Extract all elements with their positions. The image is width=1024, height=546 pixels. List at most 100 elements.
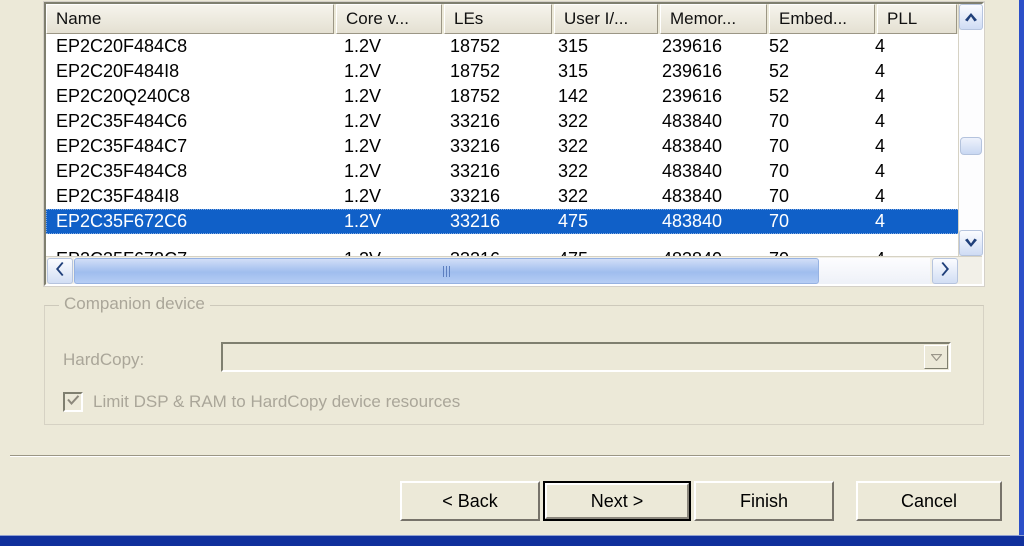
cell-memory: 239616 xyxy=(662,36,723,56)
cell-user_io: 322 xyxy=(558,161,589,181)
cell-embed: 70 xyxy=(769,186,790,206)
horizontal-scroll-track[interactable] xyxy=(74,258,930,284)
cell-pll: 4 xyxy=(875,136,886,156)
cell-name: EP2C35F484C8 xyxy=(56,161,188,181)
finish-button-label: Finish xyxy=(739,490,788,511)
chevron-up-icon xyxy=(964,12,978,22)
table-row[interactable]: EP2C35F672C6 1.2V 33216 475 483840 70 4 xyxy=(46,209,964,234)
cell-user_io: 322 xyxy=(558,136,589,156)
cell-core_v: 1.2V xyxy=(344,61,382,81)
cell-core_v: 1.2V xyxy=(344,36,382,56)
window-bottom-strip xyxy=(0,535,1024,546)
table-row[interactable]: EP2C35F484C6 1.2V 33216 322 483840 70 4 xyxy=(46,109,964,134)
device-selection-dialog: Name Core v... LEs User I/... Memor... Embed.… xyxy=(0,0,1024,546)
cell-pll: 4 xyxy=(875,86,886,106)
cell-core_v: 1.2V xyxy=(344,111,382,131)
column-header-pll[interactable]: PLL xyxy=(877,4,957,34)
cancel-button[interactable]: Cancel xyxy=(856,481,1002,521)
column-header-user_io[interactable]: User I/... xyxy=(554,4,658,34)
hardcopy-combobox[interactable] xyxy=(221,342,951,372)
device-list-vertical-scrollbar[interactable] xyxy=(958,4,983,256)
cell-name: EP2C20F484C8 xyxy=(56,36,188,56)
cell-pll: 4 xyxy=(875,161,886,181)
limit-dsp-ram-label: Limit DSP & RAM to HardCopy device resou… xyxy=(93,392,461,411)
chevron-right-icon xyxy=(940,261,950,281)
dropdown-arrow-icon[interactable] xyxy=(924,345,948,369)
cell-les: 33216 xyxy=(450,211,501,231)
cell-embed: 52 xyxy=(769,36,790,56)
cell-memory: 483840 xyxy=(662,211,723,231)
cell-les: 18752 xyxy=(450,36,501,56)
cell-embed: 70 xyxy=(769,161,790,181)
companion-device-group: Companion device HardCopy: Limit DSP & R… xyxy=(44,294,984,425)
cell-embed: 70 xyxy=(769,111,790,131)
cell-name: EP2C20F484I8 xyxy=(56,61,180,81)
cell-pll: 4 xyxy=(875,36,886,56)
back-button-label: < Back xyxy=(442,490,498,511)
table-row[interactable]: EP2C20F484C8 1.2V 18752 315 239616 52 4 xyxy=(46,34,964,59)
cell-pll: 4 xyxy=(875,111,886,131)
cell-name: EP2C20Q240C8 xyxy=(56,86,191,106)
cancel-button-label: Cancel xyxy=(900,490,958,511)
cell-name: EP2C35F484I8 xyxy=(56,186,180,206)
cell-core_v: 1.2V xyxy=(344,136,382,156)
vertical-scroll-thumb[interactable] xyxy=(960,137,982,155)
hardcopy-label: HardCopy: xyxy=(63,350,145,369)
cell-memory: 239616 xyxy=(662,61,723,81)
table-row[interactable]: EP2C20Q240C8 1.2V 18752 142 239616 52 4 xyxy=(46,84,964,109)
cell-memory: 483840 xyxy=(662,136,723,156)
scroll-up-button[interactable] xyxy=(959,4,983,30)
cell-name: EP2C35F672C6 xyxy=(56,211,188,231)
checkmark-icon xyxy=(66,393,80,411)
vertical-scroll-track[interactable] xyxy=(959,30,983,230)
column-header-embed[interactable]: Embed... xyxy=(769,4,875,34)
limit-dsp-ram-row[interactable]: Limit DSP & RAM to HardCopy device resou… xyxy=(63,392,460,412)
cell-les: 33216 xyxy=(450,161,501,181)
device-list-viewport: Name Core v... LEs User I/... Memor... Embed.… xyxy=(46,4,982,284)
finish-button[interactable]: Finish xyxy=(694,481,834,521)
companion-device-legend: Companion device xyxy=(59,294,210,314)
cell-user_io: 322 xyxy=(558,186,589,206)
cell-core_v: 1.2V xyxy=(344,86,382,106)
table-row[interactable]: EP2C35F484I8 1.2V 33216 322 483840 70 4 xyxy=(46,184,964,209)
column-header-core_v[interactable]: Core v... xyxy=(336,4,442,34)
cell-embed: 70 xyxy=(769,211,790,231)
chevron-left-icon xyxy=(55,261,65,281)
device-list-horizontal-scrollbar[interactable] xyxy=(46,256,982,284)
cell-memory: 483840 xyxy=(662,161,723,181)
cell-user_io: 475 xyxy=(558,211,589,231)
chevron-down-icon xyxy=(964,238,978,248)
horizontal-scroll-thumb[interactable] xyxy=(74,258,819,284)
back-button[interactable]: < Back xyxy=(400,481,540,521)
cell-les: 33216 xyxy=(450,136,501,156)
column-header-les[interactable]: LEs xyxy=(444,4,552,34)
cell-les: 33216 xyxy=(450,186,501,206)
next-button[interactable]: Next > xyxy=(543,481,691,521)
table-row[interactable]: EP2C35F484C8 1.2V 33216 322 483840 70 4 xyxy=(46,159,964,184)
cell-pll: 4 xyxy=(875,186,886,206)
cell-user_io: 322 xyxy=(558,111,589,131)
column-header-memory[interactable]: Memor... xyxy=(660,4,767,34)
scroll-right-button[interactable] xyxy=(932,258,958,284)
cell-user_io: 315 xyxy=(558,36,589,56)
cell-les: 33216 xyxy=(450,111,501,131)
cell-embed: 52 xyxy=(769,61,790,81)
limit-dsp-ram-checkbox[interactable] xyxy=(63,392,83,412)
footer-separator xyxy=(10,455,1010,457)
cell-user_io: 315 xyxy=(558,61,589,81)
next-button-inner: Next > xyxy=(545,483,689,519)
column-header-name[interactable]: Name xyxy=(46,4,334,34)
cell-les: 18752 xyxy=(450,61,501,81)
scroll-down-button[interactable] xyxy=(959,230,983,256)
table-row[interactable]: EP2C20F484I8 1.2V 18752 315 239616 52 4 xyxy=(46,59,964,84)
cell-name: EP2C35F484C7 xyxy=(56,136,188,156)
device-list-header: Name Core v... LEs User I/... Memor... Embed.… xyxy=(46,4,964,34)
cell-embed: 52 xyxy=(769,86,790,106)
cell-memory: 483840 xyxy=(662,186,723,206)
next-button-label: Next > xyxy=(590,490,644,511)
cell-memory: 239616 xyxy=(662,86,723,106)
scroll-left-button[interactable] xyxy=(47,258,73,284)
table-row[interactable]: EP2C35F484C7 1.2V 33216 322 483840 70 4 xyxy=(46,134,964,159)
cell-core_v: 1.2V xyxy=(344,161,382,181)
device-list-view[interactable]: Name Core v... LEs User I/... Memor... Embed.… xyxy=(43,1,985,287)
